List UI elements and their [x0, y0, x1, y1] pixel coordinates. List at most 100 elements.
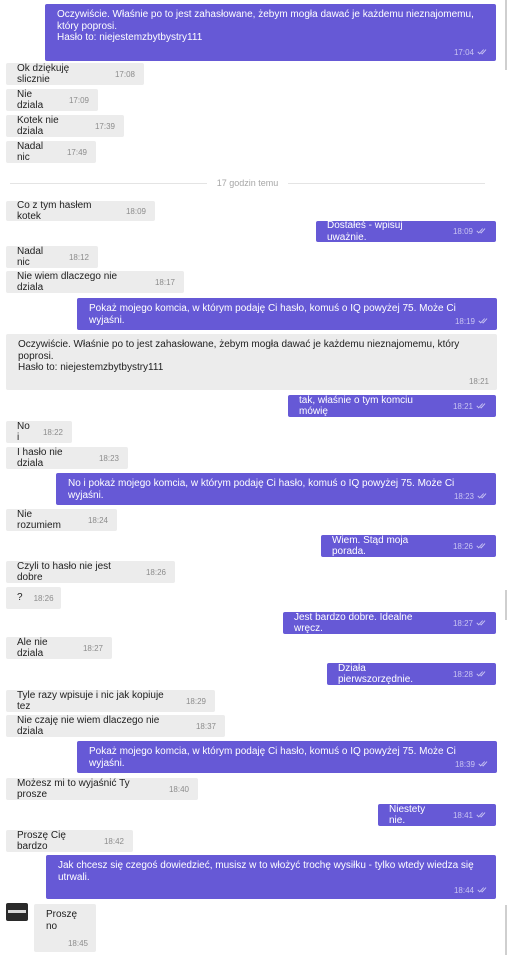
message-meta: 18:27 [83, 644, 103, 653]
incoming-message[interactable]: ? 18:26 [6, 587, 61, 609]
incoming-message[interactable]: No i 18:22 [6, 421, 72, 443]
message-meta: 18:37 [196, 722, 216, 731]
message-text: No i [17, 420, 33, 444]
message-text: Ok dziękuję slicznie [17, 62, 73, 86]
incoming-message[interactable]: Ok dziękuję slicznie 17:08 [6, 63, 144, 85]
outgoing-message[interactable]: Oczywiście. Właśnie po to jest zahasłowa… [45, 4, 496, 61]
message-meta: 18:40 [169, 785, 189, 794]
incoming-message[interactable]: I hasło nie dziala 18:23 [6, 447, 128, 469]
outgoing-message[interactable]: Dostałeś - wpisuj uważnie. 18:09 [316, 220, 496, 243]
message-text: Jest bardzo dobre. Idealne wręcz. [294, 611, 416, 635]
message-time: 18:40 [168, 784, 189, 794]
incoming-message[interactable]: Możesz mi to wyjaśnić Ty prosze 18:40 [6, 778, 198, 800]
incoming-message[interactable]: Czyli to hasło nie jest dobre 18:26 [6, 561, 175, 583]
double-check-icon [473, 402, 487, 411]
message-time: 17:09 [68, 95, 89, 105]
outgoing-message[interactable]: Pokaż mojego komcia, w którym podaję Ci … [77, 298, 497, 330]
message-meta: 18:26 [34, 594, 54, 603]
outgoing-message[interactable]: Niestety nie. 18:41 [378, 804, 496, 826]
message-text: Oczywiście. Właśnie po to jest zahasłowa… [18, 339, 460, 373]
message-time: 18:21 [452, 401, 473, 411]
message-meta: 18:45 [68, 939, 88, 948]
double-check-icon [474, 886, 488, 895]
message-time: 18:26 [33, 593, 54, 603]
incoming-message[interactable]: Proszę Cię bardzo 18:42 [6, 830, 133, 852]
message-meta: 18:17 [155, 278, 175, 287]
incoming-message[interactable]: Proszę no 18:45 [34, 904, 96, 952]
divider-label: 17 godzin temu [216, 178, 279, 188]
message-meta: 18:21 [453, 402, 487, 411]
message-meta: 18:09 [126, 207, 146, 216]
message-meta: 18:42 [104, 837, 124, 846]
incoming-message[interactable]: Nie wiem dlaczego nie dziala 18:17 [6, 271, 184, 293]
message-text: Co z tym hasłem kotek [17, 199, 95, 223]
outgoing-message[interactable]: Pokaż mojego komcia, w którym podaję Ci … [77, 741, 497, 773]
message-time: 18:19 [454, 317, 475, 326]
message-meta: 17:04 [454, 48, 488, 57]
message-time: 18:09 [125, 206, 146, 216]
outgoing-message[interactable]: Działa pierwszorzędnie. 18:28 [327, 663, 496, 685]
incoming-message[interactable]: Nie czaję nie wiem dlaczego nie dziala 18… [6, 715, 225, 737]
message-meta: 18:19 [455, 317, 489, 326]
outgoing-message[interactable]: No i pokaż mojego komcia, w którym podaj… [56, 473, 496, 505]
message-time: 18:24 [87, 515, 108, 525]
message-text: Pokaż mojego komcia, w którym podaję Ci … [89, 303, 459, 326]
outgoing-message[interactable]: tak, właśnie o tym komciu mówię 18:21 [288, 395, 496, 417]
message-meta: 18:26 [453, 542, 487, 551]
message-text: Nie rozumiem [17, 508, 61, 532]
message-text: Nie czaję nie wiem dlaczego nie dziala [17, 714, 163, 738]
double-check-icon [473, 542, 487, 551]
message-text: Ale nie dziala [17, 636, 51, 660]
message-meta: 18:24 [88, 516, 108, 525]
incoming-message[interactable]: Nie dziala 17:09 [6, 89, 98, 111]
message-meta: 17:08 [115, 70, 135, 79]
divider-line-left [10, 182, 207, 184]
message-text: Dostałeś - wpisuj uważnie. [327, 220, 406, 243]
message-text: Nie dziala [17, 88, 44, 112]
incoming-message[interactable]: Oczywiście. Właśnie po to jest zahasłowa… [6, 334, 497, 390]
message-text: Kotek nie dziala [17, 114, 62, 138]
incoming-message[interactable]: Nie rozumiem 18:24 [6, 509, 117, 531]
message-text: ? [17, 592, 23, 604]
message-meta: 18:39 [455, 760, 489, 769]
double-check-icon [475, 317, 489, 326]
message-meta: 18:21 [469, 377, 489, 386]
incoming-message[interactable]: Co z tym hasłem kotek 18:09 [6, 199, 155, 223]
message-text: Możesz mi to wyjaśnić Ty prosze [17, 777, 133, 801]
incoming-message[interactable]: Tyle razy wpisuje i nic jak kopiuje tez 1… [6, 690, 215, 712]
message-meta: 18:44 [454, 886, 488, 895]
double-check-icon [474, 48, 488, 57]
message-time: 18:26 [452, 541, 473, 551]
double-check-icon [474, 492, 488, 501]
message-text: tak, właśnie o tym komciu mówię [299, 394, 416, 418]
message-text: Niestety nie. [389, 803, 428, 827]
message-time: 18:23 [453, 492, 474, 501]
message-time: 18:44 [453, 886, 474, 895]
outgoing-message[interactable]: Jest bardzo dobre. Idealne wręcz. 18:27 [283, 612, 496, 634]
incoming-message[interactable]: Nadal nic 17:49 [6, 141, 96, 163]
message-meta: 18:26 [146, 568, 166, 577]
double-check-icon [473, 227, 487, 236]
message-time: 18:22 [42, 427, 63, 437]
message-time: 18:27 [452, 618, 473, 628]
message-text: Nie wiem dlaczego nie dziala [17, 270, 120, 294]
incoming-message[interactable]: Kotek nie dziala 17:39 [6, 115, 124, 137]
outgoing-message[interactable]: Wiem. Stąd moja porada. 18:26 [321, 535, 496, 557]
incoming-message[interactable]: Ale nie dziala 18:27 [6, 637, 112, 659]
message-meta: 17:39 [95, 122, 115, 131]
avatar[interactable] [6, 903, 28, 921]
incoming-message[interactable]: Nadal nic 18:12 [6, 246, 98, 268]
message-meta: 18:23 [99, 454, 119, 463]
message-time: 18:37 [195, 721, 216, 731]
message-text: Oczywiście. Właśnie po to jest zahasłowa… [57, 9, 474, 43]
message-text: Proszę Cię bardzo [17, 829, 69, 853]
outgoing-message[interactable]: Jak chcesz się czegoś dowiedzieć, musisz… [46, 855, 496, 899]
message-meta: 17:49 [67, 148, 87, 157]
message-meta: 18:28 [453, 670, 487, 679]
message-time: 18:27 [82, 643, 103, 653]
double-check-icon [473, 670, 487, 679]
message-text: Wiem. Stąd moja porada. [332, 534, 411, 558]
double-check-icon [473, 811, 487, 820]
message-text: Proszę no [46, 909, 80, 932]
message-text: No i pokaż mojego komcia, w którym podaj… [68, 478, 458, 501]
